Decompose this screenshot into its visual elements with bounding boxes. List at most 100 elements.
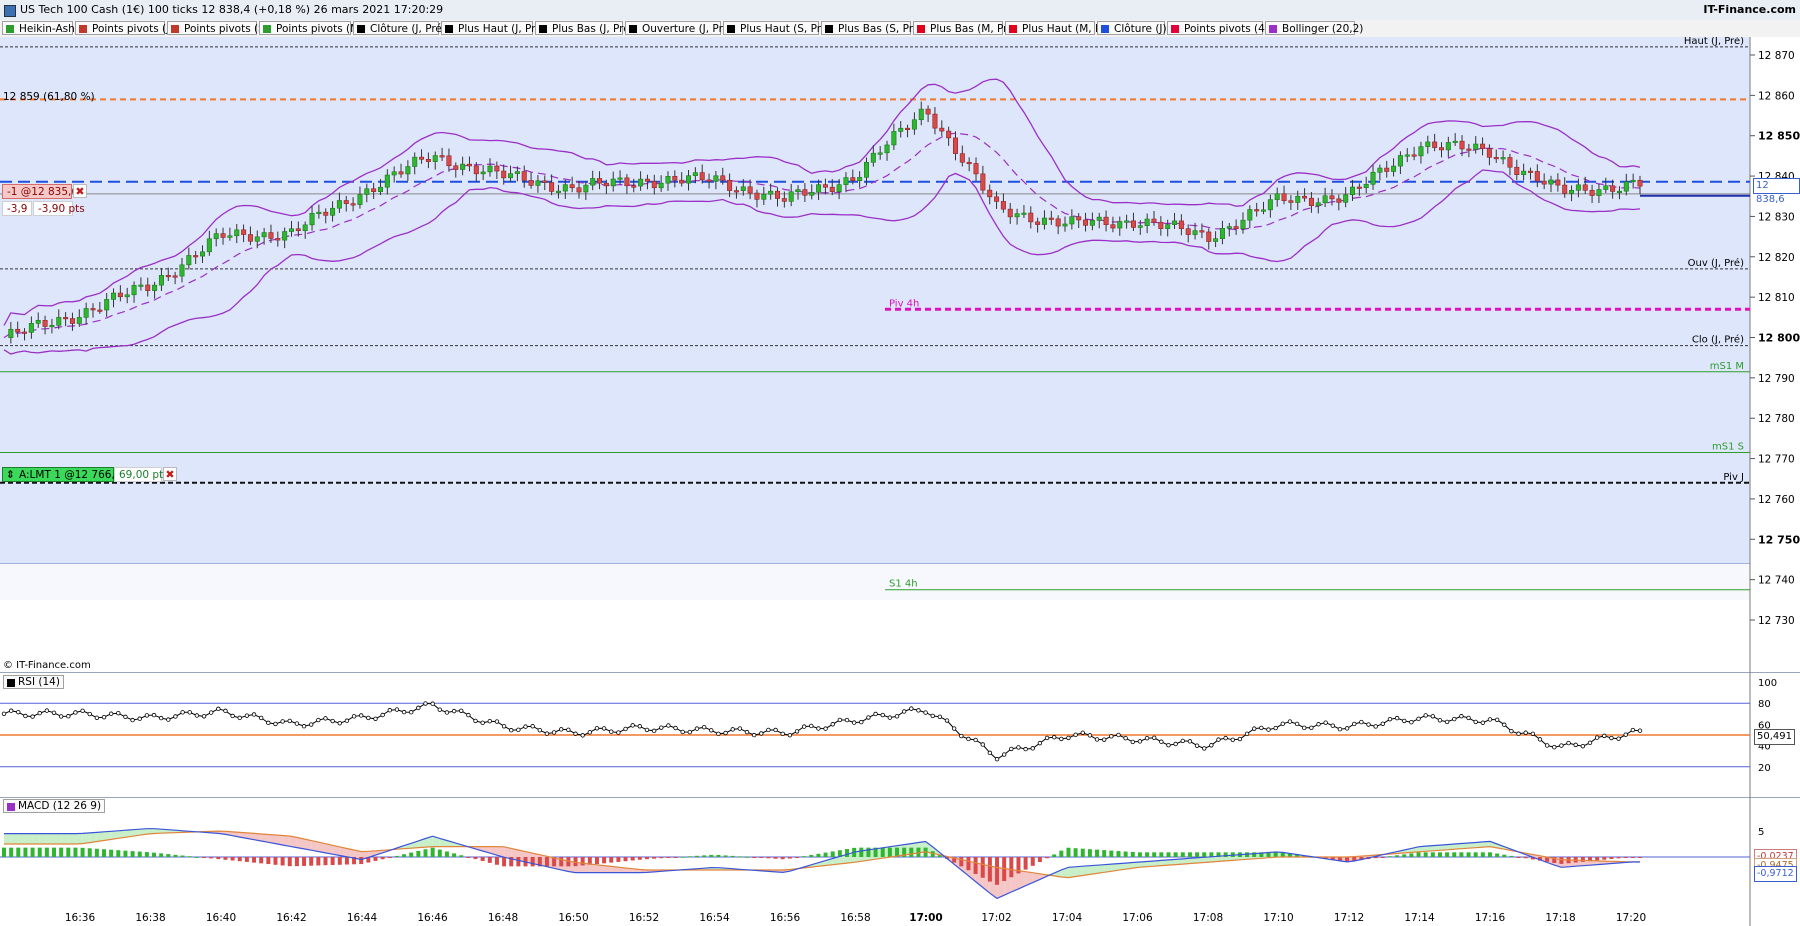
rsi-point — [730, 727, 735, 732]
macd-histogram-bar — [387, 857, 392, 858]
rsi-point — [951, 726, 957, 731]
candle-body — [97, 309, 103, 312]
macd-fill — [39, 833, 47, 844]
candle-body — [1603, 185, 1609, 190]
candle-body — [1493, 157, 1499, 160]
legend-item[interactable]: Ouverture (J, Pré) — [625, 21, 733, 35]
candle-body — [1569, 190, 1575, 194]
legend-item[interactable]: Points pivots (J) — [75, 21, 173, 35]
candle-body — [1172, 220, 1178, 225]
legend-item[interactable]: Clôture (J) — [1097, 21, 1167, 35]
legend-item[interactable]: Plus Bas (M, Pré) — [913, 21, 1018, 35]
legend-item[interactable]: Plus Bas (J, Pré) — [535, 21, 634, 35]
rsi-point — [780, 731, 785, 737]
candle-body — [1480, 143, 1486, 149]
rsi-point — [880, 712, 885, 718]
time-axis-label: 17:20 — [1615, 912, 1647, 924]
price-tick-label: 12 860 — [1758, 90, 1795, 102]
macd-swatch-icon — [7, 803, 15, 811]
macd-histogram-bar — [987, 857, 992, 882]
candle-body — [870, 152, 876, 163]
macd-histogram-bar — [1066, 847, 1071, 857]
rsi-point — [723, 730, 728, 736]
candle-body — [658, 182, 664, 189]
macd-histogram-bar — [809, 854, 814, 857]
legend-item[interactable]: Plus Bas (S, Pré) — [821, 21, 923, 35]
rsi-point — [487, 719, 492, 724]
rsi-point — [1402, 718, 1407, 724]
rsi-point — [887, 715, 893, 720]
rsi-point — [173, 714, 178, 719]
macd-label: MACD (12 26 9) — [3, 799, 106, 813]
candle-body — [946, 130, 952, 139]
candle-body — [857, 177, 863, 181]
candle-body — [104, 299, 110, 311]
rsi-point — [73, 710, 78, 715]
macd-histogram-bar — [1616, 857, 1621, 859]
close-position-button[interactable]: ✖ — [73, 184, 87, 198]
cancel-order-button[interactable]: ✖ — [163, 467, 177, 481]
rsi-point — [101, 714, 107, 720]
price-chart[interactable]: Haut (J, Pré) Ouv (J, Pré) Piv 4h Clo (J, P… — [0, 37, 1800, 675]
macd-histogram-bar — [52, 847, 57, 857]
rsi-point — [1244, 731, 1250, 737]
macd-histogram-bar — [252, 857, 257, 863]
rsi-point — [94, 715, 100, 720]
candle-body — [1370, 172, 1376, 185]
macd-histogram-bar — [759, 857, 764, 858]
limit-order-label[interactable]: ⇕ A:LMT 1 @12 766,6 — [2, 467, 121, 483]
candle-body — [1322, 195, 1328, 204]
legend-item[interactable]: Plus Haut (S, Pré) — [723, 21, 831, 35]
candle-body — [1575, 184, 1581, 191]
macd-histogram-bar — [73, 847, 78, 857]
time-axis-label: 16:44 — [346, 912, 378, 924]
legend-item[interactable]: Clôture (J, Pré) — [353, 21, 446, 35]
rsi-panel[interactable]: 1008060504020 — [0, 672, 1800, 798]
rsi-point — [494, 719, 500, 724]
legend-item[interactable]: Bollinger (20,2) — [1265, 21, 1363, 35]
candle-body — [466, 163, 472, 167]
rsi-point — [108, 711, 114, 716]
candle-body — [69, 318, 75, 324]
legend-item[interactable]: Heikin-Ashi — [2, 21, 78, 35]
macd-histogram-bar — [37, 847, 42, 857]
candle-body — [891, 131, 897, 146]
macd-histogram-bar — [1195, 852, 1200, 857]
rsi-point — [373, 716, 378, 721]
legend-item[interactable]: Points pivots (4h) — [1167, 21, 1276, 35]
legend-item[interactable]: Points pivots (M) — [259, 21, 363, 35]
candle-body — [1418, 146, 1424, 157]
legend-item[interactable]: Plus Haut (J, Pré) — [441, 21, 546, 35]
window-titlebar: US Tech 100 Cash (1€) 100 ticks 12 838,4… — [0, 0, 1800, 21]
candle-body — [535, 180, 541, 186]
macd-panel[interactable]: 5 — [0, 797, 1800, 926]
macd-histogram-bar — [659, 857, 664, 859]
candle-body — [206, 238, 212, 253]
candle-body — [877, 152, 883, 155]
rsi-point — [437, 707, 442, 712]
macd-histogram-bar — [1109, 850, 1114, 857]
macd-histogram-bar — [480, 857, 485, 861]
candle-body — [1610, 185, 1616, 192]
macd-fill — [54, 833, 62, 844]
rsi-point — [1487, 717, 1493, 722]
candle-body — [371, 188, 377, 193]
macd-histogram-bar — [995, 857, 1000, 885]
rsi-point — [1152, 735, 1157, 740]
rsi-point — [294, 721, 300, 726]
candle-body — [932, 113, 938, 129]
legend-item[interactable]: Points pivots (S) — [167, 21, 269, 35]
candle-body — [624, 177, 630, 187]
candle-body — [1261, 209, 1267, 212]
candle-body — [8, 328, 14, 338]
drag-handle-icon[interactable]: ⇕ — [6, 468, 15, 483]
legend-item[interactable]: Plus Haut (M, Pré) — [1005, 21, 1116, 35]
macd-histogram-bar — [430, 847, 435, 857]
candle-body — [316, 211, 322, 214]
rsi-point — [837, 717, 843, 723]
candle-body — [1206, 231, 1212, 242]
candle-body — [288, 228, 294, 232]
rsi-point — [1287, 719, 1293, 724]
legend-label: Plus Bas (S, Pré) — [838, 23, 924, 35]
macd-histogram-bar — [1480, 852, 1485, 857]
